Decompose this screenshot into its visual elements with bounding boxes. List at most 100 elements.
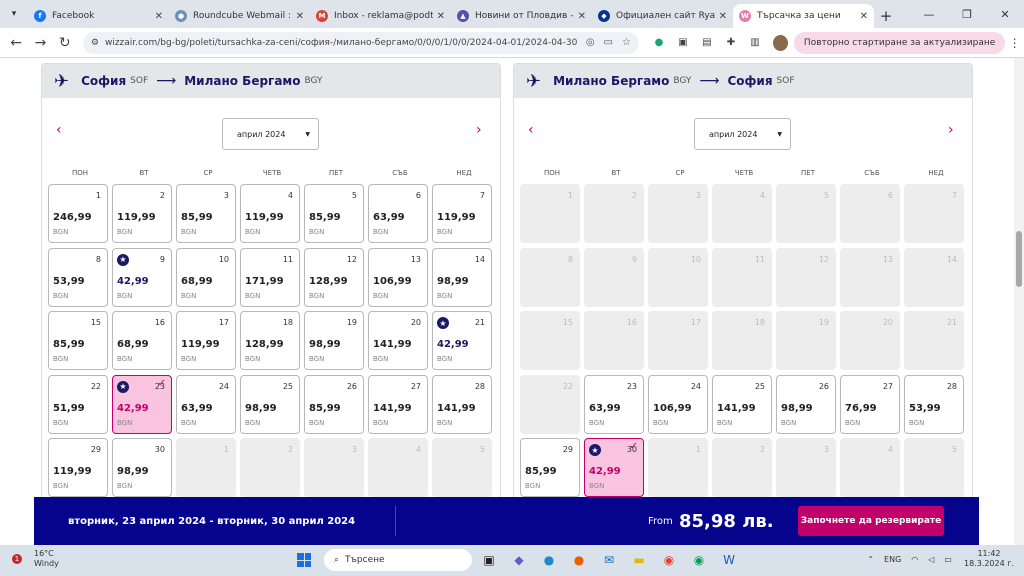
calendar-day[interactable]: 2 119,99 BGN [112, 184, 172, 243]
calendar-day[interactable]: 7 119,99 BGN [432, 184, 492, 243]
page-scrollbar[interactable] [1014, 58, 1024, 545]
back-icon[interactable]: ← [4, 30, 28, 56]
browser-tab[interactable]: ◆ Официален сайт Ryanair | Евтини ✕ [592, 4, 733, 28]
calendar-day[interactable]: 28 53,99 BGN [904, 374, 964, 434]
calendar-day[interactable]: 23 63,99 BGN [584, 374, 644, 434]
grammarly-icon[interactable]: ● [647, 32, 671, 54]
calendar-day[interactable]: 11 171,99 BGN [240, 247, 300, 307]
calendar-day[interactable]: 12 128,99 BGN [304, 247, 364, 307]
wifi-icon[interactable]: ◠ [911, 555, 918, 564]
calendar-day[interactable]: 27 76,99 BGN [840, 374, 900, 434]
maximize-icon[interactable]: ❐ [948, 0, 986, 28]
tab-close-icon[interactable]: ✕ [296, 11, 304, 22]
chrome-icon[interactable]: ◉ [654, 548, 684, 572]
taskbar-search[interactable]: ⌕ Търсене [324, 549, 472, 571]
address-bar[interactable]: ⚙ wizzair.com/bg-bg/poleti/tursachka-za-… [82, 31, 639, 54]
calendar-day[interactable]: 25 98,99 BGN [240, 374, 300, 434]
calendar-day[interactable]: 29 85,99 BGN [520, 438, 580, 497]
calendar-day[interactable]: 10 68,99 BGN [176, 247, 236, 307]
firefox-icon[interactable]: ● [564, 548, 594, 572]
calendar-day[interactable]: 23 ★ ✓ 42,99 BGN [112, 374, 172, 434]
day-price: 128,99 [309, 275, 348, 287]
volume-icon[interactable]: ◁ [928, 555, 934, 564]
sidepanel-icon[interactable]: ▥ [743, 32, 767, 54]
calendar-day[interactable]: 4 119,99 BGN [240, 184, 300, 243]
minimize-icon[interactable]: — [910, 0, 948, 28]
calendar-day[interactable]: 13 106,99 BGN [368, 247, 428, 307]
calendar-day[interactable]: 30 98,99 BGN [112, 438, 172, 497]
calendar-day[interactable]: 8 53,99 BGN [48, 247, 108, 307]
start-booking-button[interactable]: Започнете да резервирате [798, 506, 944, 536]
new-tab-button[interactable]: + [874, 4, 898, 28]
calendar-day[interactable]: 16 68,99 BGN [112, 311, 172, 370]
calendar-day[interactable]: 29 119,99 BGN [48, 438, 108, 497]
teams-icon[interactable]: ◆ [504, 548, 534, 572]
calendar-day[interactable]: 26 85,99 BGN [304, 374, 364, 434]
extensions-puzzle-icon[interactable]: ✚ [719, 32, 743, 54]
extension-icon-2[interactable]: ▤ [695, 32, 719, 54]
browser-tab[interactable]: f Facebook ✕ [28, 4, 169, 28]
calendar-day[interactable]: 14 98,99 BGN [432, 247, 492, 307]
scrollbar-thumb[interactable] [1016, 231, 1022, 287]
calendar-day[interactable]: 24 63,99 BGN [176, 374, 236, 434]
calendar-day[interactable]: 28 141,99 BGN [432, 374, 492, 434]
calendar-day[interactable]: 24 106,99 BGN [648, 374, 708, 434]
tab-close-icon[interactable]: ✕ [155, 11, 163, 22]
calendar-day[interactable]: 26 98,99 BGN [776, 374, 836, 434]
weather-widget[interactable]: 1 16°C Windy [12, 549, 59, 569]
task-view-icon[interactable]: ▣ [474, 548, 504, 572]
calendar-day[interactable]: 6 63,99 BGN [368, 184, 428, 243]
cast-icon[interactable]: ▭ [604, 37, 613, 48]
extension-icon[interactable]: ▣ [671, 32, 695, 54]
tab-close-icon[interactable]: ✕ [437, 11, 445, 22]
calendar-day[interactable]: 5 85,99 BGN [304, 184, 364, 243]
calendar-day[interactable]: 21 ★ 42,99 BGN [432, 311, 492, 370]
calendar-day[interactable]: 20 141,99 BGN [368, 311, 428, 370]
browser-tab[interactable]: W Търсачка за цени ✕ [733, 4, 874, 28]
tab-search-icon[interactable]: ▾ [0, 0, 28, 28]
outbound-prev-month-icon[interactable]: ‹ [56, 122, 62, 138]
browser-tab[interactable]: ▲ Новини от Пловдив - Актуално ✕ [451, 4, 592, 28]
reload-icon[interactable]: ↻ [53, 30, 77, 56]
chrome-profile-icon[interactable]: ◉ [684, 548, 714, 572]
profile-avatar[interactable] [772, 34, 788, 51]
outbound-next-month-icon[interactable]: › [476, 122, 482, 138]
calendar-day[interactable]: 18 128,99 BGN [240, 311, 300, 370]
calendar-day[interactable]: 22 51,99 BGN [48, 374, 108, 434]
battery-icon[interactable]: ▭ [944, 555, 952, 564]
windows-start-icon[interactable] [297, 553, 311, 567]
forward-icon[interactable]: → [28, 30, 52, 56]
return-month-select[interactable]: април 2024 ▼ [694, 118, 791, 150]
browser-tab[interactable]: ● Roundcube Webmail :: Inbox ✕ [169, 4, 310, 28]
tab-close-icon[interactable]: ✕ [719, 11, 727, 22]
bookmark-star-icon[interactable]: ☆ [622, 37, 631, 48]
mail-icon[interactable]: ✉ [594, 548, 624, 572]
close-window-icon[interactable]: ✕ [986, 0, 1024, 28]
edge-icon[interactable]: ● [534, 548, 564, 572]
calendar-day[interactable]: 9 ★ 42,99 BGN [112, 247, 172, 307]
file-explorer-icon[interactable]: ▬ [624, 548, 654, 572]
calendar-day[interactable]: 19 98,99 BGN [304, 311, 364, 370]
browser-tab[interactable]: M Inbox - reklama@podtepeto ✕ [310, 4, 451, 28]
weather-condition: Windy [34, 559, 59, 568]
return-next-month-icon[interactable]: › [948, 122, 954, 138]
outbound-month-select[interactable]: април 2024 ▼ [222, 118, 319, 150]
calendar-day[interactable]: 30 ★ ✓ 42,99 BGN [584, 438, 644, 497]
return-prev-month-icon[interactable]: ‹ [528, 122, 534, 138]
restart-update-button[interactable]: Повторно стартиране за актуализиране [793, 31, 1006, 54]
browser-menu-icon[interactable]: ⋮ [1005, 36, 1024, 50]
tray-chevron-icon[interactable]: ⌃ [867, 555, 874, 564]
calendar-day[interactable]: 17 119,99 BGN [176, 311, 236, 370]
word-icon[interactable]: W [714, 548, 744, 572]
site-info-icon[interactable]: ⚙ [91, 38, 99, 48]
calendar-day[interactable]: 15 85,99 BGN [48, 311, 108, 370]
clock[interactable]: 11:42 18.3.2024 г. [964, 549, 1014, 569]
calendar-day[interactable]: 25 141,99 BGN [712, 374, 772, 434]
calendar-day[interactable]: 1 246,99 BGN [48, 184, 108, 243]
language-indicator[interactable]: ENG [884, 555, 901, 564]
tab-close-icon[interactable]: ✕ [860, 11, 868, 22]
tab-close-icon[interactable]: ✕ [578, 11, 586, 22]
tracking-icon[interactable]: ◎ [586, 37, 595, 48]
calendar-day[interactable]: 27 141,99 BGN [368, 374, 428, 434]
calendar-day[interactable]: 3 85,99 BGN [176, 184, 236, 243]
